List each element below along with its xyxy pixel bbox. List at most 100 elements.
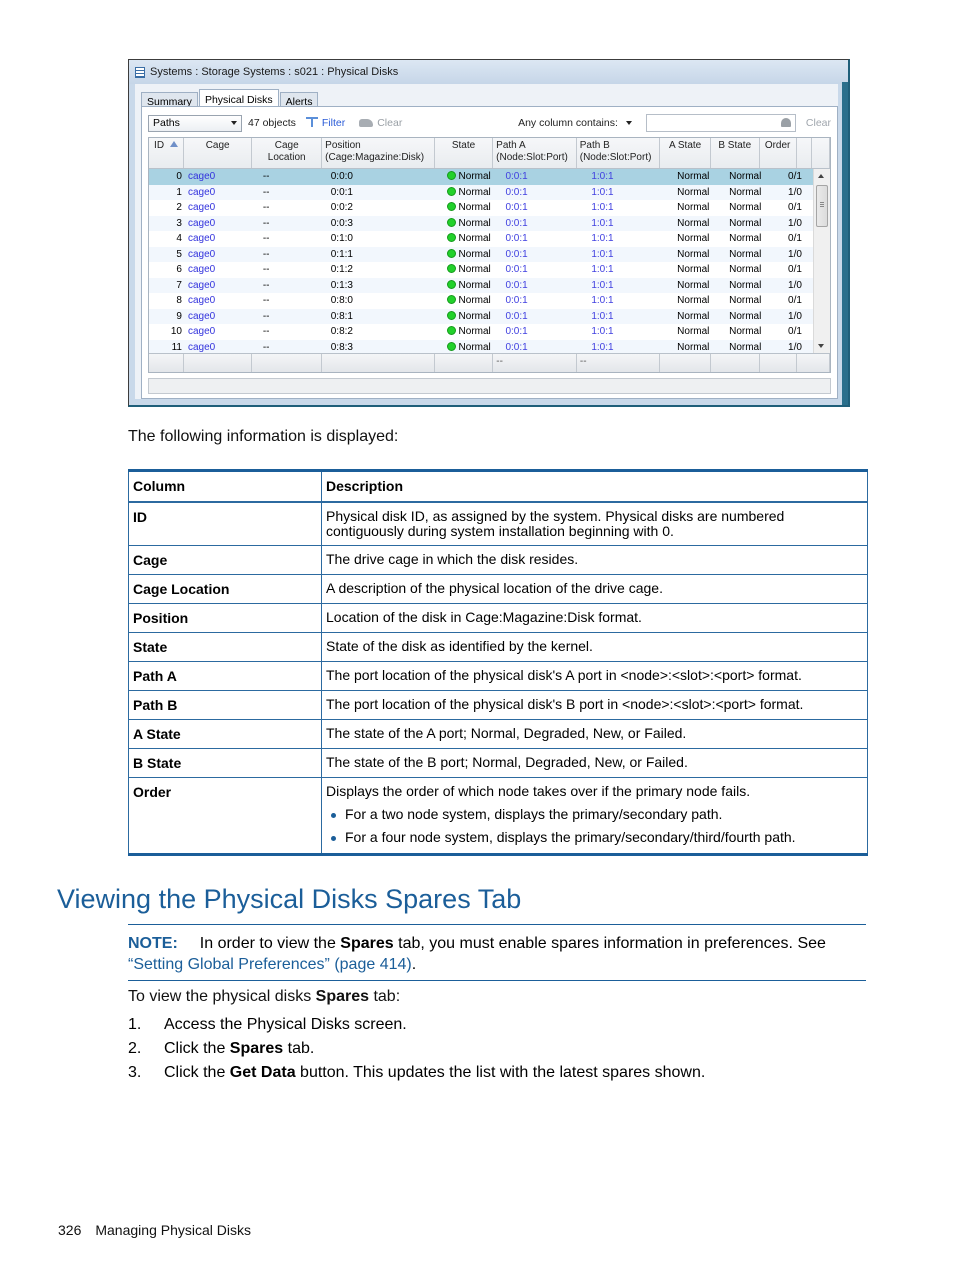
table-row[interactable]: 5 cage0 -- 0:1:1 Normal 0:0:1 1:0:1 Normal Norma…	[149, 246, 814, 263]
cell-path-a[interactable]: 0:0:1	[502, 169, 588, 185]
step-number: 3.	[128, 1064, 142, 1081]
cell-path-b[interactable]: 1:0:1	[588, 185, 674, 201]
cell-path-b[interactable]: 1:0:1	[588, 247, 674, 263]
table-row[interactable]: 7 cage0 -- 0:1:3 Normal 0:0:1 1:0:1 Normal Norma…	[149, 277, 814, 294]
steps-intro-text: tab:	[369, 988, 401, 1005]
scroll-down-icon[interactable]	[818, 344, 824, 348]
cell-a-state: Normal	[677, 186, 710, 198]
footer-cell-extra	[797, 354, 830, 372]
cell-path-b[interactable]: 1:0:1	[588, 216, 674, 232]
table-row: B State The state of the B port; Normal, …	[128, 748, 868, 778]
cell-path-a[interactable]: 0:0:1	[502, 247, 588, 263]
column-name: Path B	[128, 690, 322, 720]
cell-path-a[interactable]: 0:0:1	[502, 324, 588, 340]
cell-cage[interactable]: cage0	[185, 200, 255, 216]
column-header-cage[interactable]: Cage	[184, 138, 253, 168]
table-row[interactable]: 9 cage0 -- 0:8:1 Normal 0:0:1 1:0:1 Normal Norma…	[149, 308, 814, 325]
scroll-up-icon[interactable]	[818, 174, 824, 178]
cell-a-state: Normal	[677, 264, 710, 275]
cell-path-b[interactable]: 1:0:1	[588, 200, 674, 216]
cell-position: 0:8:0	[330, 295, 353, 306]
cell-cage[interactable]: cage0	[185, 216, 255, 232]
intro-text: The following information is displayed:	[128, 428, 399, 445]
cell-cage[interactable]: cage0	[185, 324, 255, 340]
column-header-label: Order	[764, 140, 791, 151]
view-select[interactable]: Paths	[148, 114, 242, 132]
column-header-id[interactable]: ID	[149, 138, 185, 168]
note-label: NOTE:	[128, 935, 178, 952]
table-row[interactable]: 8 cage0 -- 0:8:0 Normal 0:0:1 1:0:1 Normal Norma…	[149, 293, 814, 309]
table-row[interactable]: 0 cage0 -- 0:0:0 Normal 0:0:1 1:0:1 Normal Norma…	[149, 169, 814, 185]
column-header-sublabel: (Cage:Magazine:Disk)	[325, 152, 425, 163]
state-label: Normal	[458, 202, 491, 213]
search-input[interactable]	[645, 114, 796, 132]
cell-position: 0:0:3	[330, 217, 353, 229]
cell-cage-location: --	[262, 171, 270, 182]
column-description: The port location of the physical disk's…	[321, 661, 868, 691]
scroll-thumb[interactable]	[816, 185, 828, 227]
cell-path-a[interactable]: 0:0:1	[502, 185, 588, 201]
cell-path-b[interactable]: 1:0:1	[588, 324, 674, 340]
step-text-part: Access the Physical Disks screen.	[164, 1016, 407, 1033]
table-row[interactable]: 4 cage0 -- 0:1:0 Normal 0:0:1 1:0:1 Normal Norma…	[149, 231, 814, 247]
cell-cage[interactable]: cage0	[185, 278, 255, 294]
cell-cage[interactable]: cage0	[185, 231, 255, 247]
cell-path-a[interactable]: 0:0:1	[502, 231, 588, 247]
column-header-position[interactable]: Position (Cage:Magazine:Disk)	[322, 138, 435, 168]
cell-path-a[interactable]: 0:0:1	[502, 200, 588, 216]
cell-path-b[interactable]: 1:0:1	[588, 293, 674, 309]
table-row[interactable]: 2 cage0 -- 0:0:2 Normal 0:0:1 1:0:1 Normal Norma…	[149, 200, 814, 216]
cell-cage-location: --	[262, 295, 270, 306]
column-header-order[interactable]: Order	[760, 138, 797, 168]
cell-path-b[interactable]: 1:0:1	[588, 169, 674, 185]
any-column-dropdown-icon[interactable]	[625, 121, 632, 125]
column-header-path-a[interactable]: Path A (Node:Slot:Port)	[493, 138, 577, 168]
cell-path-a[interactable]: 0:0:1	[502, 278, 588, 294]
cell-b-state: Normal	[729, 202, 762, 213]
column-header-b-state[interactable]: B State	[711, 138, 760, 168]
cell-a-state: Normal	[677, 171, 710, 182]
cell-path-b[interactable]: 1:0:1	[588, 278, 674, 294]
column-header-state[interactable]: State	[435, 138, 494, 168]
cell-id: 0	[176, 171, 182, 182]
column-header-label: Position	[325, 140, 361, 151]
view-select-value: Paths	[153, 117, 180, 129]
clear-search-button[interactable]: Clear	[806, 117, 831, 129]
table-row[interactable]: 3 cage0 -- 0:0:3 Normal 0:0:1 1:0:1 Normal Norma…	[149, 215, 814, 232]
column-header-a-state[interactable]: A State	[660, 138, 711, 168]
cell-id: 6	[176, 264, 182, 275]
cell-cage[interactable]: cage0	[185, 169, 255, 185]
cell-state: Normal	[443, 278, 503, 294]
cell-path-a[interactable]: 0:0:1	[502, 216, 588, 232]
cell-cage[interactable]: cage0	[185, 309, 255, 325]
preferences-link[interactable]: “Setting Global Preferences” (page 414)	[128, 956, 412, 973]
cell-a-state: Normal	[677, 248, 710, 260]
cell-path-b[interactable]: 1:0:1	[588, 231, 674, 247]
status-ok-icon	[446, 341, 456, 351]
cell-path-b[interactable]: 1:0:1	[588, 262, 674, 278]
cell-cage[interactable]: cage0	[185, 247, 255, 263]
cell-path-a[interactable]: 0:0:1	[502, 309, 588, 325]
extra-column-1	[797, 138, 813, 168]
cell-path-a[interactable]: 0:0:1	[502, 262, 588, 278]
table-row[interactable]: 6 cage0 -- 0:1:2 Normal 0:0:1 1:0:1 Normal Norma…	[149, 262, 814, 278]
cell-cage[interactable]: cage0	[185, 185, 255, 201]
footer-cell-cage	[184, 354, 253, 372]
column-header-cage-location[interactable]: Cage Location	[252, 138, 323, 168]
footer-cell-cage-location	[252, 354, 323, 372]
cell-cage[interactable]: cage0	[185, 293, 255, 309]
table-row[interactable]: 10 cage0 -- 0:8:2 Normal 0:0:1 1:0:1 Normal Norm…	[149, 324, 814, 340]
cell-cage[interactable]: cage0	[185, 262, 255, 278]
cell-path-a[interactable]: 0:0:1	[502, 293, 588, 309]
cell-path-b[interactable]: 1:0:1	[588, 309, 674, 325]
cell-order: 0/1	[788, 233, 802, 244]
filter-button[interactable]: Filter	[305, 117, 345, 129]
clear-filter-label: Clear	[377, 117, 403, 129]
physical-disks-window: Systems : Storage Systems : s021 : Physi…	[128, 59, 850, 407]
clear-filter-button[interactable]: Clear	[359, 117, 402, 129]
table-row[interactable]: 1 cage0 -- 0:0:1 Normal 0:0:1 1:0:1 Normal Norma…	[149, 184, 814, 201]
column-header-sublabel: (Node:Slot:Port)	[496, 152, 568, 163]
column-header-path-b[interactable]: Path B (Node:Slot:Port)	[577, 138, 661, 168]
vertical-scrollbar[interactable]	[813, 169, 830, 353]
cell-a-state: Normal	[677, 202, 710, 213]
